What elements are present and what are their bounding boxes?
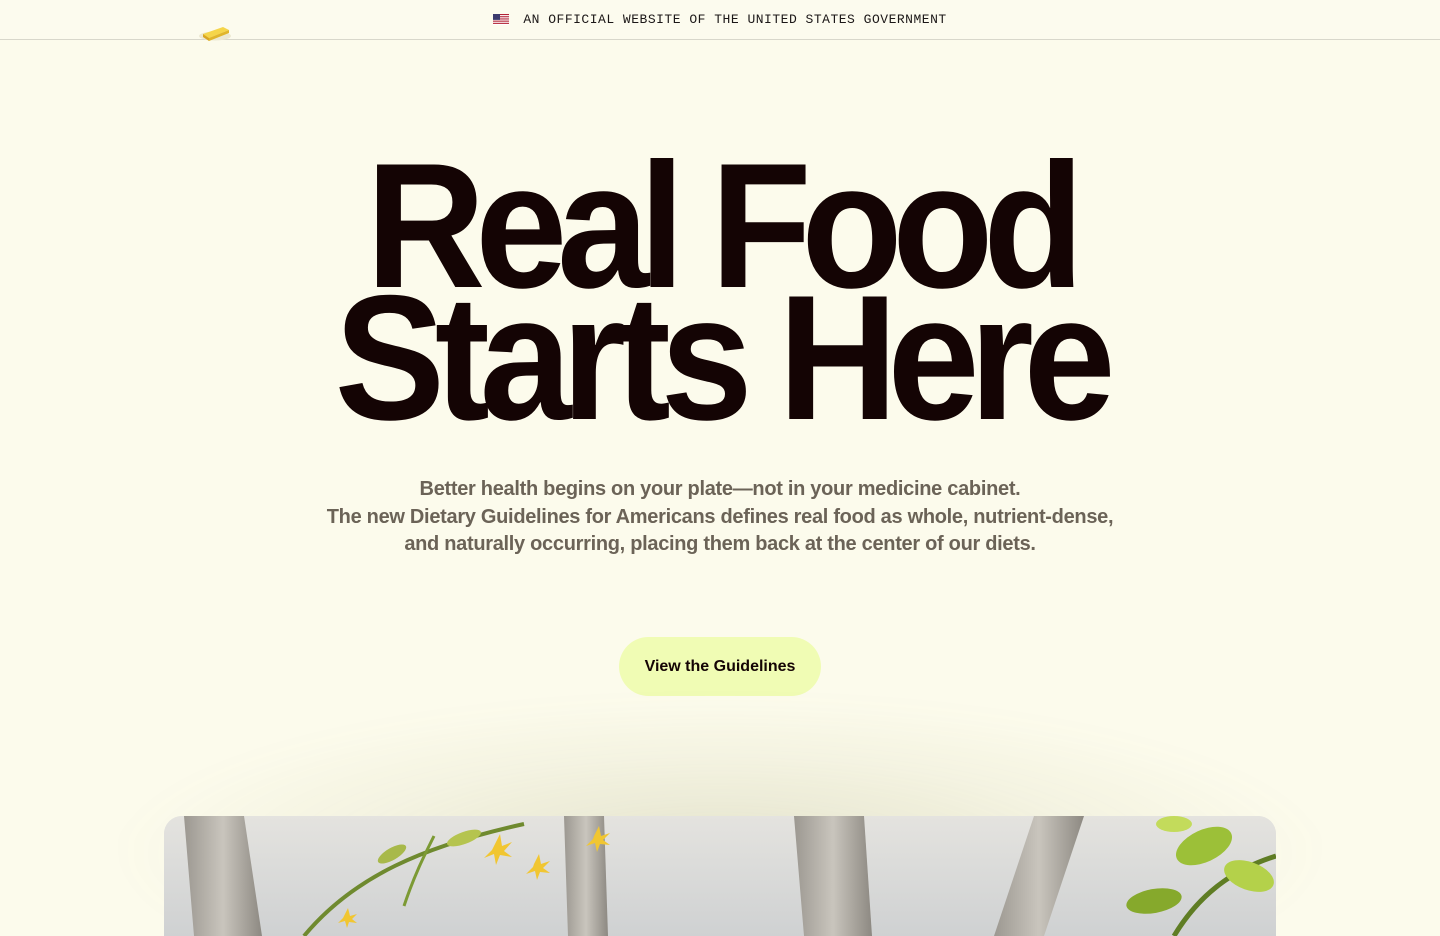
- hero-subtitle: Better health begins on your plate—not i…: [320, 476, 1120, 559]
- hero-headline: Real Food Starts Here: [50, 137, 1389, 457]
- gov-banner-text: AN OFFICIAL WEBSITE OF THE UNITED STATES…: [523, 12, 947, 27]
- subtitle-line-1: Better health begins on your plate—not i…: [419, 478, 1021, 500]
- headline-line-2: Starts Here: [334, 258, 1116, 457]
- hero-section: Real Food Starts Here: [0, 137, 1440, 457]
- view-guidelines-button[interactable]: View the Guidelines: [619, 637, 821, 696]
- butter-icon[interactable]: [198, 22, 234, 44]
- subtitle-line-2: The new Dietary Guidelines for Americans…: [326, 505, 1114, 556]
- hero-media-image: [164, 816, 1276, 936]
- us-flag-icon: [493, 14, 510, 25]
